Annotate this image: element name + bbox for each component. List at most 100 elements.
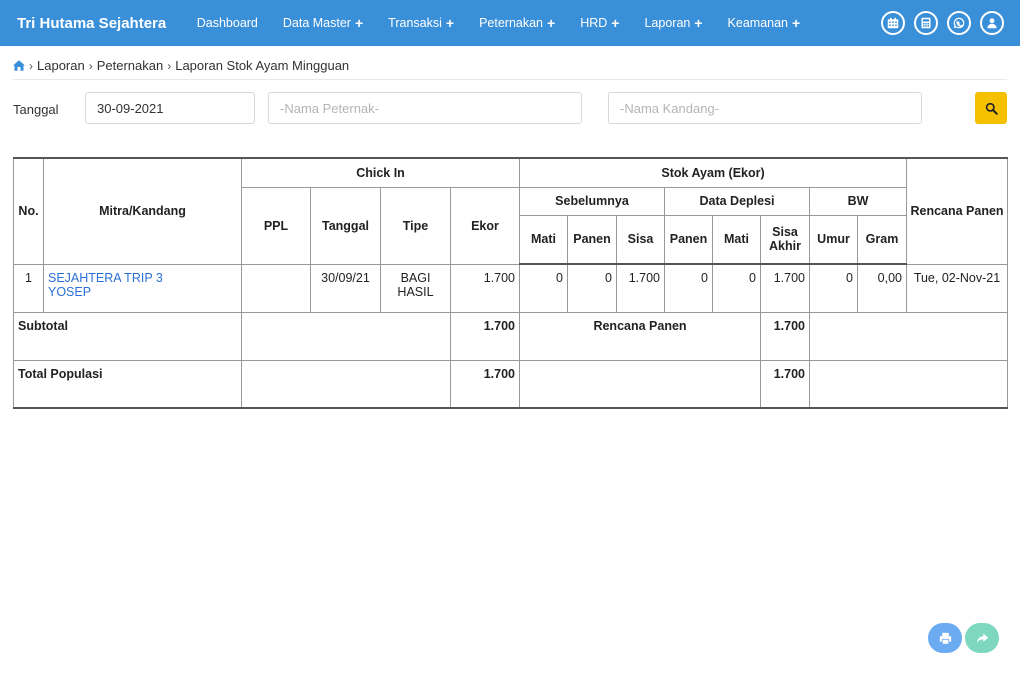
cell-tipe: BAGI HASIL — [380, 263, 451, 313]
total-sisa-akhir: 1.700 — [760, 359, 810, 409]
header-seb-mati: Mati — [519, 214, 568, 265]
header-chick-in: Chick In — [241, 157, 520, 188]
user-icon — [987, 18, 997, 29]
cell-ppl — [241, 263, 311, 313]
nav-item-label: HRD — [580, 16, 608, 30]
cell-seb-mati: 0 — [519, 263, 568, 313]
total-empty — [241, 359, 451, 409]
plus-icon: + — [445, 15, 455, 31]
top-navbar: Tri Hutama Sejahtera Dashboard Data Mast… — [0, 0, 1020, 46]
cell-umur: 0 — [809, 263, 858, 313]
share-button[interactable] — [965, 623, 999, 653]
nav-item-label: Transaksi — [388, 16, 442, 30]
tanggal-label: Tanggal — [13, 102, 59, 117]
print-button[interactable] — [928, 623, 962, 653]
brand-title[interactable]: Tri Hutama Sejahtera — [17, 15, 166, 32]
plus-icon: + — [354, 15, 364, 31]
header-gram: Gram — [856, 214, 908, 265]
nav-item-transaksi[interactable]: Transaksi + — [376, 16, 467, 30]
nama-peternak-input[interactable]: -Nama Peternak- — [268, 92, 582, 124]
subtotal-label: Subtotal — [13, 311, 242, 361]
nav-menu: Dashboard Data Master + Transaksi + Pete… — [184, 0, 812, 46]
subtotal-sisa-akhir: 1.700 — [760, 311, 810, 361]
home-icon[interactable] — [13, 60, 25, 71]
cell-seb-panen: 0 — [567, 263, 617, 313]
breadcrumb: › Laporan › Peternakan › Laporan Stok Ay… — [13, 58, 1007, 80]
header-stok-ayam: Stok Ayam (Ekor) — [518, 157, 908, 188]
search-icon — [985, 102, 998, 115]
kandang-link[interactable]: YOSEP — [48, 285, 237, 299]
subtotal-empty — [241, 311, 451, 361]
whatsapp-icon — [953, 17, 965, 29]
cell-dep-mati: 0 — [712, 263, 761, 313]
nav-item-hrd[interactable]: HRD + — [568, 16, 632, 30]
breadcrumb-separator: › — [88, 58, 93, 73]
header-ppl: PPL — [241, 186, 311, 265]
breadcrumb-separator: › — [167, 58, 172, 73]
header-seb-sisa: Sisa — [616, 214, 665, 265]
cell-mitra: SEJAHTERA TRIP 3 YOSEP — [43, 263, 242, 313]
breadcrumb-item-peternakan[interactable]: Peternakan — [97, 58, 164, 73]
cell-ekor: 1.700 — [450, 263, 520, 313]
nav-item-label: Keamanan — [727, 16, 789, 30]
subtotal-rencana-label: Rencana Panen — [519, 311, 761, 361]
header-dep-panen: Panen — [664, 214, 713, 265]
nav-item-label: Dashboard — [196, 16, 258, 30]
header-ekor: Ekor — [450, 186, 520, 265]
plus-icon: + — [694, 15, 703, 31]
calendar-icon — [887, 17, 899, 29]
nav-item-label: Data Master — [282, 16, 351, 30]
plus-icon: + — [611, 15, 620, 31]
stok-ayam-table: No. Mitra/Kandang Chick In Stok Ayam (Ek… — [13, 157, 1009, 409]
cell-sisa-akhir: 1.700 — [760, 263, 810, 313]
calculator-button[interactable] — [914, 11, 938, 35]
header-bw: BW — [808, 186, 908, 216]
subtotal-row: Subtotal 1.700 Rencana Panen 1.700 — [13, 311, 1009, 361]
total-empty-right — [808, 359, 1009, 409]
header-no: No. — [13, 157, 44, 265]
nav-item-laporan[interactable]: Laporan + — [632, 16, 715, 30]
header-umur: Umur — [809, 214, 858, 265]
subtotal-empty-right — [808, 311, 1009, 361]
navbar-icon-group — [881, 11, 1004, 35]
cell-no: 1 — [13, 263, 44, 313]
header-sebelumnya: Sebelumnya — [519, 186, 665, 216]
total-ekor: 1.700 — [450, 359, 520, 409]
plus-icon: + — [547, 15, 556, 31]
user-button[interactable] — [980, 11, 1004, 35]
whatsapp-button[interactable] — [947, 11, 971, 35]
cell-gram: 0,00 — [856, 263, 908, 313]
nav-item-data-master[interactable]: Data Master + — [270, 16, 375, 30]
table-row: 1 SEJAHTERA TRIP 3 YOSEP 30/09/21 BAGI H… — [13, 263, 1009, 313]
nama-kandang-input[interactable]: -Nama Kandang- — [608, 92, 922, 124]
calendar-button[interactable] — [881, 11, 905, 35]
header-tipe: Tipe — [380, 186, 451, 265]
header-sisa-akhir: Sisa Akhir — [760, 214, 810, 265]
tipe-line1: BAGI — [400, 270, 431, 285]
share-icon — [976, 633, 988, 643]
header-rencana-panen: Rencana Panen — [906, 157, 1009, 265]
header-dep-mati: Mati — [712, 214, 761, 265]
nav-item-keamanan[interactable]: Keamanan + — [715, 16, 813, 30]
header-tanggal: Tanggal — [310, 186, 381, 265]
calculator-icon — [921, 17, 931, 29]
search-button[interactable] — [975, 92, 1007, 124]
tipe-line2: HASIL — [397, 284, 434, 299]
nav-item-dashboard[interactable]: Dashboard — [184, 16, 270, 30]
mitra-link[interactable]: SEJAHTERA TRIP 3 — [48, 271, 237, 285]
cell-tanggal: 30/09/21 — [310, 263, 381, 313]
subtotal-ekor: 1.700 — [450, 311, 520, 361]
total-row: Total Populasi 1.700 1.700 — [13, 359, 1009, 409]
cell-rencana-panen: Tue, 02-Nov-21 — [906, 263, 1009, 313]
cell-dep-panen: 0 — [664, 263, 713, 313]
tanggal-input[interactable]: 30-09-2021 — [85, 92, 255, 124]
print-icon — [939, 632, 951, 645]
nav-item-peternakan[interactable]: Peternakan + — [467, 16, 568, 30]
header-seb-panen: Panen — [567, 214, 617, 265]
total-label: Total Populasi — [13, 359, 242, 409]
nav-item-label: Peternakan — [479, 16, 544, 30]
cell-seb-sisa: 1.700 — [616, 263, 665, 313]
total-empty-mid — [519, 359, 761, 409]
breadcrumb-item-laporan[interactable]: Laporan — [37, 58, 85, 73]
breadcrumb-separator: › — [29, 58, 33, 73]
